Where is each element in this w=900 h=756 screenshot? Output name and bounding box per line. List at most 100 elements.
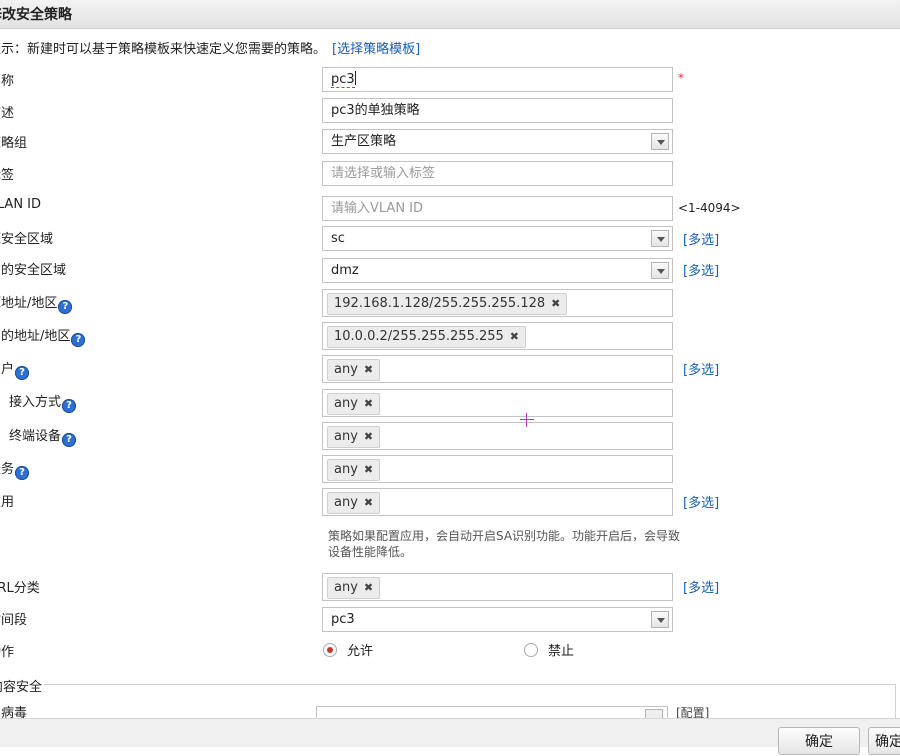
time-select[interactable]: pc3 xyxy=(322,607,673,632)
radio-empty-icon[interactable] xyxy=(524,643,538,657)
src-zone-select[interactable]: sc xyxy=(322,226,673,251)
help-icon[interactable]: ? xyxy=(62,399,77,413)
url-tag: any ✖ xyxy=(327,577,381,599)
app-tag: any ✖ xyxy=(327,492,381,514)
hint-message: 提示：新建时可以基于策略模板来快速定义您需要的策略。 xyxy=(0,42,327,57)
chevron-down-icon[interactable] xyxy=(651,133,669,150)
src-zone-value: sc xyxy=(331,231,345,246)
tag-text: any xyxy=(334,495,358,510)
dst-addr-label: 目的地址/地区? xyxy=(0,325,86,347)
user-multi-link[interactable]: [多选] xyxy=(683,359,719,378)
service-label-text: 服务 xyxy=(0,462,15,477)
terminal-tagbox[interactable]: any ✖ xyxy=(322,422,673,450)
tag-text: any xyxy=(334,580,358,595)
dst-zone-label: 目的安全区域 xyxy=(0,263,67,278)
help-icon[interactable]: ? xyxy=(15,366,30,380)
help-icon[interactable]: ? xyxy=(62,433,77,447)
dialog-title: 修改安全策略 xyxy=(0,7,72,23)
group-value: 生产区策略 xyxy=(331,134,397,149)
vlan-label: VLAN ID xyxy=(0,197,42,212)
remove-tag-icon[interactable]: ✖ xyxy=(364,363,373,376)
name-input[interactable]: pc3 xyxy=(322,67,673,92)
ok-button-secondary[interactable]: 确定 xyxy=(868,727,900,755)
time-value: pc3 xyxy=(331,612,355,627)
terminal-tag: any ✖ xyxy=(327,426,381,448)
access-tagbox[interactable]: any ✖ xyxy=(322,389,673,417)
vlan-input[interactable]: 请输入VLAN ID xyxy=(322,196,673,221)
src-addr-label: 源地址/地区? xyxy=(0,292,73,314)
action-allow-radio[interactable]: 允许 xyxy=(323,640,373,659)
dst-addr-label-text: 目的地址/地区 xyxy=(0,329,71,344)
action-deny-radio[interactable]: 禁止 xyxy=(524,640,574,659)
src-zone-multi-link[interactable]: [多选] xyxy=(683,229,719,248)
remove-tag-icon[interactable]: ✖ xyxy=(364,397,373,410)
remove-tag-icon[interactable]: ✖ xyxy=(510,330,519,343)
src-addr-label-text: 源地址/地区 xyxy=(0,296,58,311)
chevron-down-icon[interactable] xyxy=(651,230,669,247)
dst-zone-multi-link[interactable]: [多选] xyxy=(683,260,719,279)
content-security-legend: 内容安全 xyxy=(0,676,45,695)
action-deny-label: 禁止 xyxy=(548,644,575,659)
dst-zone-select[interactable]: dmz xyxy=(322,258,673,283)
user-tag: any ✖ xyxy=(327,359,381,381)
name-label: 名称 xyxy=(0,74,15,89)
dialog-footer xyxy=(0,718,900,747)
dst-addr-tagbox[interactable]: 10.0.0.2/255.255.255.255 ✖ xyxy=(322,322,673,350)
url-multi-link[interactable]: [多选] xyxy=(683,577,719,596)
radio-selected-icon[interactable] xyxy=(323,643,337,657)
user-label: 用户? xyxy=(0,358,30,380)
app-multi-link[interactable]: [多选] xyxy=(683,492,719,511)
terminal-label-text: 终端设备 xyxy=(9,429,62,444)
help-icon[interactable]: ? xyxy=(71,333,86,347)
user-tagbox[interactable]: any ✖ xyxy=(322,355,673,383)
hint-text: 提示：新建时可以基于策略模板来快速定义您需要的策略。 [选择策略模板] xyxy=(0,38,420,57)
tag-input[interactable]: 请选择或输入标签 xyxy=(322,161,673,186)
time-label: 时间段 xyxy=(0,613,28,628)
text-caret xyxy=(354,71,356,85)
access-tag: any ✖ xyxy=(327,393,381,415)
vlan-range-hint: <1-4094> xyxy=(678,201,741,215)
select-template-link[interactable]: [选择策略模板] xyxy=(332,42,420,57)
help-icon[interactable]: ? xyxy=(15,466,30,480)
chevron-down-icon[interactable] xyxy=(651,262,669,279)
desc-label: 描述 xyxy=(0,106,15,121)
chevron-down-icon[interactable] xyxy=(651,611,669,628)
tag-text: any xyxy=(334,429,358,444)
tag-text: 10.0.0.2/255.255.255.255 xyxy=(334,329,504,344)
app-tagbox[interactable]: any ✖ xyxy=(322,488,673,516)
access-label-text: 接入方式 xyxy=(9,395,62,410)
ok-button[interactable]: 确定 xyxy=(778,727,860,755)
dialog-titlebar: 修改安全策略 xyxy=(0,0,900,29)
url-tagbox[interactable]: any ✖ xyxy=(322,573,673,601)
help-icon[interactable]: ? xyxy=(58,300,73,314)
name-value: pc3 xyxy=(331,72,355,88)
app-label: 应用 xyxy=(0,495,15,510)
group-select[interactable]: 生产区策略 xyxy=(322,129,673,154)
app-note: 策略如果配置应用，会自动开启SA识别功能。功能开启后，会导致设备性能降低。 xyxy=(328,529,681,559)
group-label: 策略组 xyxy=(0,136,28,151)
remove-tag-icon[interactable]: ✖ xyxy=(364,430,373,443)
dst-zone-value: dmz xyxy=(331,263,359,278)
tag-text: any xyxy=(334,462,358,477)
url-label: URL分类 xyxy=(0,581,40,596)
src-zone-label: 源安全区域 xyxy=(0,232,54,247)
remove-tag-icon[interactable]: ✖ xyxy=(551,297,560,310)
service-tagbox[interactable]: any ✖ xyxy=(322,455,673,483)
src-addr-tag: 192.168.1.128/255.255.255.128 ✖ xyxy=(327,293,568,315)
service-label: 服务? xyxy=(0,458,30,480)
desc-input[interactable]: pc3的单独策略 xyxy=(322,98,673,123)
tag-text: any xyxy=(334,362,358,377)
service-tag: any ✖ xyxy=(327,459,381,481)
tag-text: any xyxy=(334,396,358,411)
mouse-crosshair-icon xyxy=(520,413,534,427)
dst-addr-tag: 10.0.0.2/255.255.255.255 ✖ xyxy=(327,326,526,348)
action-allow-label: 允许 xyxy=(347,644,374,659)
action-label: 动作 xyxy=(0,645,15,660)
tag-text: 192.168.1.128/255.255.255.128 xyxy=(334,296,546,311)
required-mark: * xyxy=(678,71,684,85)
remove-tag-icon[interactable]: ✖ xyxy=(364,496,373,509)
remove-tag-icon[interactable]: ✖ xyxy=(364,581,373,594)
src-addr-tagbox[interactable]: 192.168.1.128/255.255.255.128 ✖ xyxy=(322,289,673,317)
access-label: 接入方式? xyxy=(9,391,77,413)
remove-tag-icon[interactable]: ✖ xyxy=(364,463,373,476)
